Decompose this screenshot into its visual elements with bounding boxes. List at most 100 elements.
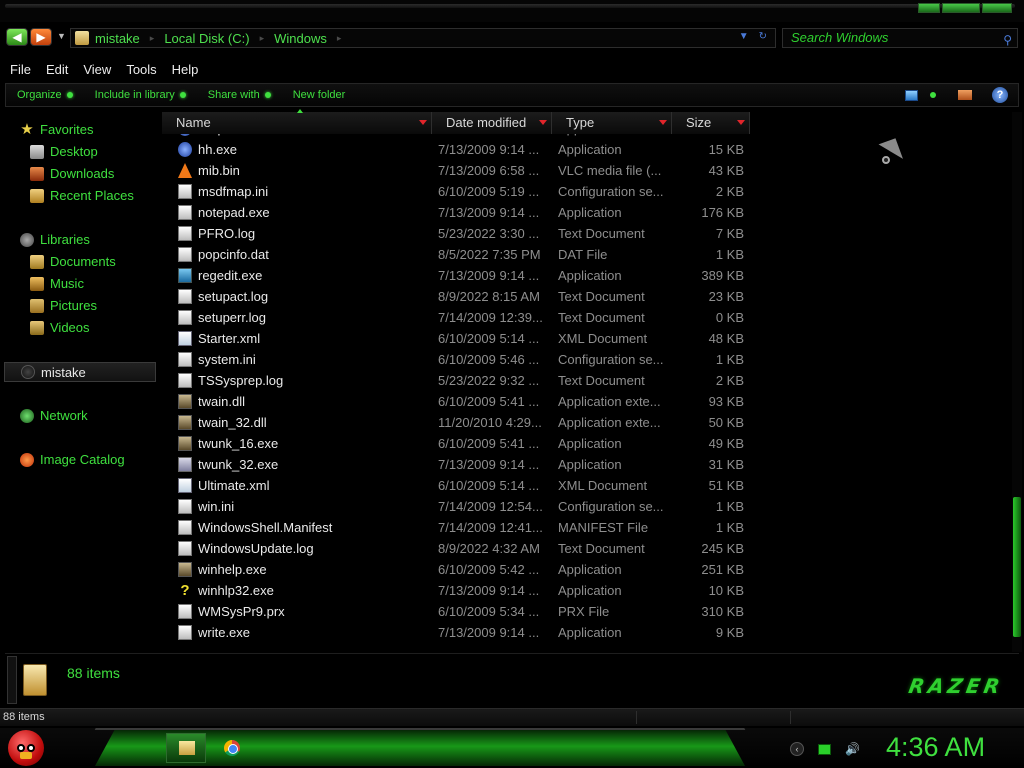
table-row[interactable]: WMSysPr9.prx 6/10/2009 5:34 ... PRX File 31… [162,601,762,622]
help-app-icon [178,142,192,157]
nav-libraries[interactable]: Libraries [20,232,90,247]
nav-music[interactable]: Music [30,276,84,291]
recent-pages-dropdown-icon[interactable]: ▼ [57,31,66,41]
column-name[interactable]: Name [162,109,432,134]
menu-edit[interactable]: Edit [46,62,68,77]
table-row[interactable]: notepad.exe 7/13/2009 9:14 ... Application… [162,202,762,223]
minimize-button[interactable] [918,3,940,13]
file-date: 6/10/2009 5:14 ... [438,478,540,493]
address-history-icon[interactable]: ▼ [739,31,749,42]
table-row[interactable]: setuperr.log 7/14/2009 12:39... Text Docum… [162,307,762,328]
menu-tools[interactable]: Tools [126,62,156,77]
organize-button[interactable]: Organize [17,89,73,101]
address-bar[interactable]: mistake ▸ Local Disk (C:) ▸ Windows ▸ ▼ … [70,28,776,48]
table-row[interactable]: Ultimate.xml 6/10/2009 5:14 ... XML Docume… [162,475,762,496]
file-type: Text Document [558,373,645,388]
table-row[interactable]: winhelp.exe 6/10/2009 5:42 ... Application… [162,559,762,580]
vertical-scrollbar[interactable] [1012,112,1022,652]
breadcrumb-separator-icon[interactable]: ▸ [337,33,342,44]
table-row[interactable]: twunk_16.exe 6/10/2009 5:41 ... Applicatio… [162,433,762,454]
table-row[interactable]: TSSysprep.log 5/23/2022 9:32 ... Text Docu… [162,370,762,391]
column-date-modified[interactable]: Date modified [432,112,552,134]
scrollbar-thumb[interactable] [1013,497,1021,637]
address-controls: ▼ ↻ [739,31,767,42]
forward-button[interactable]: ▶ [30,28,52,46]
change-view-icon[interactable] [905,89,918,101]
table-row[interactable]: PFRO.log 5/23/2022 3:30 ... Text Document 7… [162,223,762,244]
nav-videos[interactable]: Videos [30,320,90,335]
table-row[interactable]: WindowsUpdate.log 8/9/2022 4:32 AM Text Do… [162,538,762,559]
clock[interactable]: 4:36 AM [886,732,985,763]
back-button[interactable]: ◀ [6,28,28,46]
breadcrumb-separator-icon[interactable]: ▸ [260,33,265,44]
nav-pictures[interactable]: Pictures [30,298,97,313]
share-with-button[interactable]: Share with [208,89,271,101]
column-dropdown-icon[interactable] [539,120,547,125]
table-row[interactable]: popcinfo.dat 8/5/2022 7:35 PM DAT File 1 KB [162,244,762,265]
documents-icon [30,254,44,269]
breadcrumb-separator-icon[interactable]: ▸ [150,33,155,44]
search-icon[interactable]: ⚲ [1003,31,1012,49]
table-row[interactable]: twain.dll 6/10/2009 5:41 ... Application e… [162,391,762,412]
column-dropdown-icon[interactable] [419,120,427,125]
refresh-icon[interactable]: ↻ [759,31,767,42]
include-in-library-button[interactable]: Include in library [95,89,186,101]
nav-downloads[interactable]: Downloads [30,166,114,181]
file-rows: HelpPane.exe7/13/2009 9:14 ...Applicatio… [162,127,762,657]
nav-network[interactable]: Network [20,408,88,423]
file-name: twunk_16.exe [198,436,279,451]
table-row[interactable]: Starter.xml 6/10/2009 5:14 ... XML Documen… [162,328,762,349]
dll-icon [178,394,192,409]
nav-documents[interactable]: Documents [30,254,116,269]
file-size: 0 KB [715,310,744,325]
nav-recent-places[interactable]: Recent Places [30,188,134,203]
nav-desktop[interactable]: Desktop [30,144,98,159]
table-row[interactable]: regedit.exe 7/13/2009 9:14 ... Application… [162,265,762,286]
column-dropdown-icon[interactable] [659,120,667,125]
table-row[interactable]: write.exe 7/13/2009 9:14 ... Application 9 … [162,622,762,643]
nav-homegroup-mistake[interactable]: mistake [4,362,156,382]
chrome-icon[interactable] [224,740,240,756]
nav-image-catalog[interactable]: Image Catalog [20,452,125,467]
file-type: MANIFEST File [558,520,649,535]
file-icon [178,520,192,535]
network-status-icon[interactable] [818,743,831,755]
search-input[interactable]: Search Windows ⚲ [782,28,1018,48]
table-row[interactable]: hh.exe 7/13/2009 9:14 ... Application 15 KB [162,139,762,160]
breadcrumb-item-mistake[interactable]: mistake [95,31,140,46]
close-button[interactable] [982,3,1012,13]
menu-help[interactable]: Help [172,62,199,77]
column-dropdown-icon[interactable] [737,120,745,125]
table-row[interactable]: twain_32.dll 11/20/2010 4:29... Applicatio… [162,412,762,433]
menu-view[interactable]: View [83,62,111,77]
start-button-angry-bird-icon[interactable] [8,730,44,766]
table-row[interactable]: mib.bin 7/13/2009 6:58 ... VLC media file … [162,160,762,181]
nav-favorites[interactable]: ★ Favorites [20,122,93,138]
column-size[interactable]: Size [672,112,750,134]
help-icon[interactable]: ? [992,87,1008,103]
file-size: 1 KB [715,499,744,514]
breadcrumb-item-local-disk[interactable]: Local Disk (C:) [164,31,249,46]
menu-bar: File Edit View Tools Help [0,58,1024,80]
taskbar-explorer-button[interactable] [166,733,206,763]
table-row[interactable]: win.ini 7/14/2009 12:54... Configuration s… [162,496,762,517]
file-type: Application exte... [558,415,661,430]
new-folder-button[interactable]: New folder [293,89,346,101]
table-row[interactable]: msdfmap.ini 6/10/2009 5:19 ... Configurati… [162,181,762,202]
file-name: write.exe [198,625,251,640]
file-name: WMSysPr9.prx [198,604,285,619]
table-row[interactable]: system.ini 6/10/2009 5:46 ... Configuratio… [162,349,762,370]
column-size-label: Size [686,115,712,130]
breadcrumb-item-windows[interactable]: Windows [274,31,327,46]
table-row[interactable]: ? winhlp32.exe 7/13/2009 9:14 ... Applicati… [162,580,762,601]
maximize-button[interactable] [942,3,980,13]
volume-icon[interactable]: 🔊 [845,743,860,755]
preview-pane-icon[interactable] [958,90,972,100]
column-type[interactable]: Type [552,112,672,134]
table-row[interactable]: setupact.log 8/9/2022 8:15 AM Text Documen… [162,286,762,307]
table-row[interactable]: twunk_32.exe 7/13/2009 9:14 ... Applicatio… [162,454,762,475]
show-hidden-icons-icon[interactable]: ‹ [790,742,804,756]
menu-file[interactable]: File [10,62,31,77]
view-options-dot-icon[interactable] [930,92,936,98]
table-row[interactable]: WindowsShell.Manifest 7/14/2009 12:41... M… [162,517,762,538]
